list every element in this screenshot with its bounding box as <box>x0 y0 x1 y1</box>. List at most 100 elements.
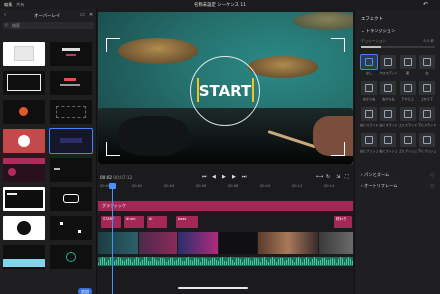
title-clip[interactable]: 終わり <box>334 216 352 228</box>
transition-option[interactable]: 左から右 <box>361 81 377 103</box>
playback-controls: 00:02 00:07:12 ⏮ ◀ ▶ ▶ ⏭ ⟷ ↻ ⇲ ⛶ <box>98 173 353 183</box>
transition-option[interactable]: 右から左 <box>380 81 397 103</box>
video-clip[interactable] <box>139 232 177 254</box>
toggle-icon[interactable]: ○ <box>430 172 434 177</box>
overlay-thumb[interactable] <box>3 187 45 211</box>
title-clip[interactable]: bass <box>176 216 198 228</box>
playhead-handle[interactable] <box>109 183 116 189</box>
transition-label: 白 <box>425 71 429 75</box>
title-clip[interactable]: START <box>101 216 121 228</box>
search-field[interactable]: ⌕ 検索 <box>3 22 94 29</box>
transition-option[interactable]: 左にスライド <box>379 107 397 129</box>
overlay-thumb[interactable] <box>50 158 92 182</box>
loop-icon[interactable]: ↻ <box>326 174 330 180</box>
overlay-thumb[interactable] <box>50 100 92 124</box>
overlay-thumb-selected[interactable] <box>49 128 93 154</box>
video-preview[interactable]: START <box>98 12 353 164</box>
overlay-title-text[interactable]: START <box>194 82 256 100</box>
waveform-bar <box>336 262 337 265</box>
transition-option[interactable]: 下にプッシュ <box>418 133 436 155</box>
waveform-bar <box>238 258 239 265</box>
transition-preview-icon <box>399 55 416 69</box>
waveform-bar <box>216 260 217 265</box>
transition-option[interactable]: クロスディゾルブ <box>379 55 397 77</box>
transition-preview-icon <box>380 81 397 95</box>
fit-icon[interactable]: ⇲ <box>336 174 340 180</box>
transition-preview-icon <box>380 55 397 69</box>
transition-option[interactable]: 右にスライド <box>360 107 378 129</box>
video-clip[interactable] <box>98 232 138 254</box>
title-clip[interactable]: drum <box>124 216 144 228</box>
transition-option[interactable]: 下から上 <box>399 81 416 103</box>
step-back-icon[interactable]: ◀ <box>212 174 216 180</box>
overlay-thumb[interactable] <box>3 129 45 153</box>
video-clip[interactable] <box>258 232 318 254</box>
waveform-bar <box>328 260 329 265</box>
add-button[interactable]: 追加 <box>78 288 92 294</box>
overlay-thumb[interactable] <box>3 216 45 240</box>
overlay-panel: ‹ オーバーレイ ▭ ✕ ⌕ 検索 追加 <box>0 9 97 294</box>
waveform-bar <box>176 260 177 265</box>
audio-track[interactable] <box>98 256 353 266</box>
transition-option[interactable]: 上にプッシュ <box>399 133 417 155</box>
waveform-bar <box>144 257 145 265</box>
waveform-bar <box>164 259 165 265</box>
split-icon[interactable]: ⟷ <box>316 174 323 180</box>
waveform-bar <box>276 261 277 265</box>
overlay-thumb[interactable] <box>3 100 45 124</box>
overlay-thumb[interactable] <box>3 42 45 66</box>
section-autoframe[interactable]: › オートリフレーム <box>361 183 397 189</box>
overlay-thumb[interactable] <box>50 245 92 269</box>
transition-preview-icon <box>380 107 397 121</box>
undo-icon[interactable]: ↶ <box>423 1 428 8</box>
playhead[interactable] <box>112 183 113 294</box>
transition-option[interactable]: 右にプッシュ <box>379 133 397 155</box>
waveform-bar <box>332 257 333 265</box>
step-forward-icon[interactable]: ▶ <box>232 174 236 180</box>
waveform-bar <box>106 261 107 265</box>
transition-option[interactable]: なし <box>360 54 378 77</box>
waveform-bar <box>316 258 317 265</box>
transition-option[interactable]: 上から下 <box>418 81 435 103</box>
waveform-bar <box>130 258 131 265</box>
waveform-bar <box>288 258 289 265</box>
title-clip[interactable]: dr <box>147 216 167 228</box>
waveform-bar <box>278 259 279 265</box>
video-clip[interactable] <box>219 232 257 254</box>
skip-forward-icon[interactable]: ⏭ <box>242 174 247 180</box>
search-placeholder: 検索 <box>12 23 20 28</box>
fullscreen-icon[interactable]: ⛶ <box>345 174 349 180</box>
toggle-icon[interactable]: ○ <box>430 183 434 188</box>
overlay-thumb[interactable] <box>50 216 92 240</box>
section-pan-zoom[interactable]: › パンとズーム <box>361 172 389 178</box>
overlay-thumb[interactable] <box>3 71 45 95</box>
play-icon[interactable]: ▶ <box>222 174 226 180</box>
view-toggle-icon[interactable]: ▭ <box>80 12 85 18</box>
overlay-thumb[interactable] <box>3 245 45 269</box>
graphic-track[interactable]: グラフィック <box>98 201 353 211</box>
timeline[interactable]: 00:00 00:02 00:04 00:06 00:08 00:10 00:1… <box>98 183 353 294</box>
overlay-thumb[interactable] <box>3 158 45 182</box>
graphic-track-label: グラフィック <box>102 203 126 208</box>
back-icon[interactable]: ‹ <box>4 12 6 18</box>
overlay-thumb[interactable] <box>50 71 92 95</box>
duration-slider[interactable] <box>361 46 435 48</box>
overlay-thumb[interactable] <box>50 187 92 211</box>
waveform-bar <box>162 257 163 265</box>
transition-option[interactable]: 黒 <box>399 55 416 77</box>
transition-preview-icon <box>399 107 416 121</box>
transition-option[interactable]: 下にスライド <box>418 107 436 129</box>
skip-back-icon[interactable]: ⏮ <box>202 174 207 180</box>
waveform-bar <box>334 259 335 265</box>
section-transition[interactable]: ⌄ トランジション <box>361 28 395 34</box>
video-clip[interactable] <box>319 232 353 254</box>
video-clip[interactable] <box>178 232 218 254</box>
close-icon[interactable]: ✕ <box>89 12 93 18</box>
overlay-thumb[interactable] <box>50 42 92 66</box>
video-track[interactable] <box>98 232 353 254</box>
waveform-bar <box>116 260 117 265</box>
transition-option[interactable]: 白 <box>418 55 435 77</box>
clip-label: bass <box>178 217 187 221</box>
transition-option[interactable]: 左にプッシュ <box>360 133 378 155</box>
transition-option[interactable]: 上にスライド <box>399 107 417 129</box>
